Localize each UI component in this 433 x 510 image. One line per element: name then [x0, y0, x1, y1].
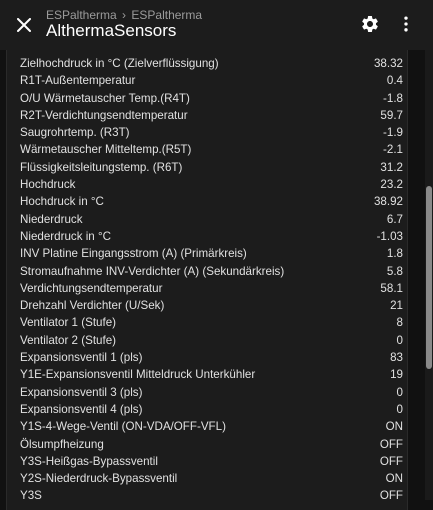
- sensor-value: 19: [390, 368, 403, 382]
- sensor-value: ON: [385, 472, 403, 486]
- breadcrumb-separator: ›: [122, 8, 127, 22]
- sensor-label: Expansionsventil 3 (pls): [20, 385, 143, 399]
- sensor-row[interactable]: Niederdruck in °C -1.03: [20, 228, 406, 245]
- sensor-value: 59.7: [380, 108, 403, 122]
- sensor-row[interactable]: Hochdruck 23.2: [20, 176, 406, 193]
- sensor-row[interactable]: Y3S-Heißgas-Bypassventil OFF: [20, 453, 406, 470]
- sensor-value: OFF: [379, 489, 403, 503]
- scrollbar-thumb[interactable]: [426, 186, 432, 369]
- sensor-row[interactable]: Zielhochdruck in °C (Zielverflüssigung) 3…: [20, 55, 406, 72]
- sensor-value: 38.32: [373, 57, 403, 70]
- sensor-value: 0: [396, 333, 403, 347]
- sensor-value: -2.1: [383, 143, 403, 157]
- sensor-value: -1.9: [383, 126, 403, 140]
- sensor-value: 8: [396, 316, 403, 330]
- sensor-row[interactable]: Drehzahl Verdichter (U/Sek) 21: [20, 297, 406, 314]
- breadcrumb-item-integration[interactable]: ESPaltherma: [131, 8, 202, 22]
- sensor-label: Y1E-Expansionsventil Mitteldruck Unterkü…: [20, 368, 256, 382]
- sensor-row[interactable]: Saugrohrtemp. (R3T) -1.9: [20, 124, 406, 141]
- sensor-label: Saugrohrtemp. (R3T): [20, 126, 130, 140]
- breadcrumb-item-device[interactable]: ESPaltherma: [46, 8, 117, 22]
- breadcrumb: ESPaltherma › ESPaltherma: [46, 8, 202, 22]
- sensor-label: Flüssigkeitsleitungstemp. (R6T): [20, 160, 183, 174]
- sensor-label: Ölsumpfheizung: [20, 437, 104, 451]
- sensor-row[interactable]: O/U Wärmetauscher Temp.(R4T) -1.8: [20, 90, 406, 107]
- sensor-value: 21: [390, 299, 403, 313]
- sensor-label: Expansionsventil 1 (pls): [20, 351, 143, 365]
- sensor-row[interactable]: Ventilator 2 (Stufe) 0: [20, 332, 406, 349]
- sensor-value: 58.1: [380, 281, 403, 295]
- sensor-row[interactable]: Niederdruck 6.7: [20, 211, 406, 228]
- sensor-label: Hochdruck in °C: [20, 195, 104, 209]
- dots-vertical-icon: [404, 16, 408, 32]
- sensor-value: OFF: [379, 454, 403, 468]
- sensor-label: Y1S-4-Wege-Ventil (ON-VDA/OFF-VFL): [20, 420, 226, 434]
- sensor-label: Y3S: [20, 489, 42, 503]
- close-button[interactable]: [10, 11, 38, 39]
- settings-button[interactable]: [357, 11, 383, 37]
- sensor-value: OFF: [379, 437, 403, 451]
- sensor-value: ON: [385, 420, 403, 434]
- sensor-label: Niederdruck: [20, 212, 83, 226]
- sensor-value: -1.03: [376, 229, 403, 243]
- sensor-value: 0.4: [386, 74, 403, 88]
- sensor-label: Y2S-Niederdruck-Bypassventil: [20, 472, 178, 486]
- close-icon: [17, 18, 31, 32]
- sensor-label: Zielhochdruck in °C (Zielverflüssigung): [20, 57, 219, 70]
- sensor-label: O/U Wärmetauscher Temp.(R4T): [20, 91, 190, 105]
- sensor-value: 38.92: [373, 195, 403, 209]
- sensor-value: 23.2: [380, 178, 403, 192]
- scrollbar[interactable]: [425, 50, 433, 500]
- sensor-value: 83: [390, 351, 403, 365]
- sensor-row[interactable]: Y1E-Expansionsventil Mitteldruck Unterkü…: [20, 366, 406, 383]
- gear-icon: [362, 15, 378, 32]
- sensor-row[interactable]: Ölsumpfheizung OFF: [20, 436, 406, 453]
- sensor-value: 5.8: [386, 264, 403, 278]
- sensor-row[interactable]: Y2S-Niederdruck-Bypassventil ON: [20, 470, 406, 487]
- sensor-label: INV Platine Eingangsstrom (A) (Primärkre…: [20, 247, 247, 261]
- sensor-row[interactable]: Expansionsventil 3 (pls) 0: [20, 384, 406, 401]
- sensor-label: Y3S-Heißgas-Bypassventil: [20, 454, 158, 468]
- sensor-label: Hochdruck: [20, 178, 76, 192]
- sensor-list: Zielhochdruck in °C (Zielverflüssigung) 3…: [20, 55, 406, 505]
- sensor-label: Ventilator 1 (Stufe): [20, 316, 117, 330]
- sensor-row[interactable]: Expansionsventil 4 (pls) 0: [20, 401, 406, 418]
- sensor-label: Expansionsventil 4 (pls): [20, 402, 143, 416]
- sensor-value: 0: [396, 385, 403, 399]
- sensor-row[interactable]: Flüssigkeitsleitungstemp. (R6T) 31.2: [20, 159, 406, 176]
- sensor-row[interactable]: Y3S OFF: [20, 487, 406, 504]
- sensor-row[interactable]: INV Platine Eingangsstrom (A) (Primärkre…: [20, 245, 406, 262]
- sensor-row[interactable]: R2T-Verdichtungsendtemperatur 59.7: [20, 107, 406, 124]
- sensor-row[interactable]: Ventilator 1 (Stufe) 8: [20, 314, 406, 331]
- sensor-row[interactable]: Verdichtungsendtemperatur 58.1: [20, 280, 406, 297]
- dialog-content: Zielhochdruck in °C (Zielverflüssigung) 3…: [0, 50, 433, 510]
- sensor-value: 31.2: [380, 160, 403, 174]
- sensor-label: Drehzahl Verdichter (U/Sek): [20, 299, 165, 313]
- sensor-value: 0: [396, 402, 403, 416]
- sensor-label: R2T-Verdichtungsendtemperatur: [20, 108, 188, 122]
- sensor-value: 6.7: [386, 212, 403, 226]
- sensor-label: Stromaufnahme INV-Verdichter (A) (Sekund…: [20, 264, 285, 278]
- sensor-label: Ventilator 2 (Stufe): [20, 333, 117, 347]
- sensor-row[interactable]: Stromaufnahme INV-Verdichter (A) (Sekund…: [20, 263, 406, 280]
- sensor-label: Niederdruck in °C: [20, 229, 111, 243]
- dialog-header: ESPaltherma › ESPaltherma AlthermaSensor…: [0, 0, 433, 50]
- page-title: AlthermaSensors: [46, 21, 177, 40]
- sensor-label: R1T-Außentemperatur: [20, 74, 136, 88]
- sensor-label: Wärmetauscher Mitteltemp.(R5T): [20, 143, 192, 157]
- sensor-card: Zielhochdruck in °C (Zielverflüssigung) 3…: [6, 50, 408, 510]
- sensor-row[interactable]: R1T-Außentemperatur 0.4: [20, 72, 406, 89]
- sensor-value: 1.8: [386, 247, 403, 261]
- sensor-row[interactable]: Hochdruck in °C 38.92: [20, 193, 406, 210]
- sensor-label: Verdichtungsendtemperatur: [20, 281, 163, 295]
- sensor-row[interactable]: Y1S-4-Wege-Ventil (ON-VDA/OFF-VFL) ON: [20, 418, 406, 435]
- sensor-row[interactable]: Expansionsventil 1 (pls) 83: [20, 349, 406, 366]
- overflow-menu-button[interactable]: [393, 11, 419, 37]
- sensor-row[interactable]: Wärmetauscher Mitteltemp.(R5T) -2.1: [20, 141, 406, 158]
- sensor-value: -1.8: [383, 91, 403, 105]
